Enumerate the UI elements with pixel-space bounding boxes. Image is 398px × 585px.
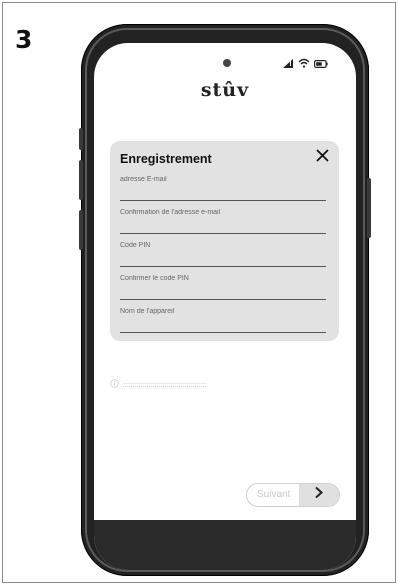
- wifi-icon: [298, 55, 310, 73]
- chevron-right-icon: [314, 486, 324, 504]
- device-name-field: [120, 304, 326, 333]
- next-button[interactable]: Suivant: [246, 483, 340, 507]
- phone-power-button: [367, 178, 371, 238]
- status-icons: [283, 55, 328, 73]
- email-field: [120, 172, 326, 201]
- close-button[interactable]: [313, 149, 331, 167]
- step-number: 3: [15, 25, 33, 54]
- close-icon: [315, 149, 329, 167]
- bottom-bar: [94, 520, 356, 570]
- battery-icon: [314, 55, 328, 73]
- next-label: Suivant: [257, 489, 291, 500]
- info-link: ——————————————: [123, 381, 207, 387]
- pin-field: [120, 238, 326, 267]
- signal-icon: [283, 55, 294, 73]
- phone-screen: stûv Enregistrement ——————————————: [94, 43, 356, 570]
- pin-confirm-field: [120, 271, 326, 300]
- pin-input[interactable]: [120, 242, 326, 249]
- registration-card: Enregistrement: [110, 141, 339, 341]
- info-icon: [110, 375, 119, 393]
- status-bar: [94, 43, 356, 73]
- front-camera: [223, 59, 231, 67]
- email-confirm-input[interactable]: [120, 209, 326, 216]
- brand-logo: stûv: [200, 79, 250, 101]
- pin-confirm-input[interactable]: [120, 275, 326, 282]
- info-row[interactable]: ——————————————: [110, 375, 207, 393]
- email-confirm-field: [120, 205, 326, 234]
- phone-side-button: [79, 128, 83, 150]
- device-name-input[interactable]: [120, 308, 326, 315]
- email-input[interactable]: [120, 176, 326, 183]
- phone-volume-up-button: [79, 160, 83, 200]
- phone-volume-down-button: [79, 210, 83, 250]
- card-title: Enregistrement: [120, 152, 212, 166]
- next-arrow-button[interactable]: [299, 484, 339, 506]
